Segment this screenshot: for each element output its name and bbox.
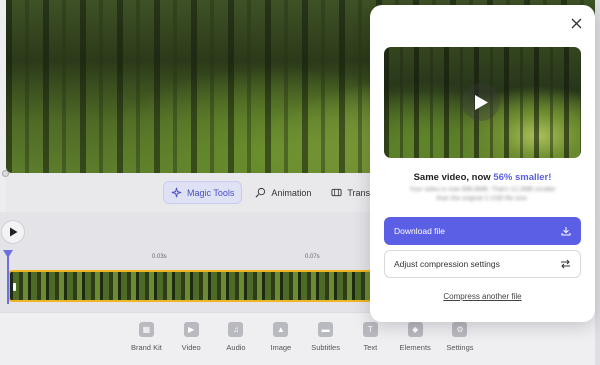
compress-another-link[interactable]: Compress another file: [370, 292, 595, 301]
nav-label: Elements: [399, 343, 431, 352]
tab-magic-tools-label: Magic Tools: [187, 187, 235, 198]
compression-result-modal: Same video, now 56% smaller! Your video …: [370, 5, 595, 322]
clip-trim-handle[interactable]: [13, 283, 16, 291]
ruler-mark: 0.03s: [152, 254, 167, 260]
playhead[interactable]: [7, 252, 9, 304]
nav-label: Subtitles: [311, 343, 340, 352]
tool-tabs: Magic Tools Animation Transitions: [163, 181, 398, 204]
download-file-button[interactable]: Download file: [384, 217, 581, 245]
swap-arrows-icon: [561, 259, 570, 269]
headline-accent: 56% smaller!: [493, 172, 552, 183]
nav-elements[interactable]: ◆ Elements: [393, 322, 438, 352]
nav-audio[interactable]: ♫ Audio: [214, 322, 259, 352]
adjust-compression-button[interactable]: Adjust compression settings: [384, 250, 581, 278]
nav-label: Settings: [446, 343, 474, 352]
nav-label: Video: [181, 343, 201, 352]
tab-magic-tools[interactable]: Magic Tools: [163, 181, 243, 204]
thumbnail-play-button[interactable]: [462, 83, 500, 121]
tab-animation[interactable]: Animation: [248, 181, 318, 204]
image-icon: ▲: [273, 322, 289, 337]
size-details-line: than the original 2.1GB file size.: [436, 195, 529, 202]
nav-brand-kit[interactable]: ▦ Brand Kit: [124, 322, 169, 352]
nav-label: Image: [270, 343, 292, 352]
nav-text[interactable]: T Text: [348, 322, 393, 352]
right-panel-edge: [595, 0, 600, 365]
download-icon: [561, 227, 571, 236]
video-icon: ▶: [183, 322, 199, 337]
sparkle-icon: [171, 187, 182, 198]
adjust-label: Adjust compression settings: [394, 259, 500, 269]
brand-kit-icon: ▦: [138, 322, 154, 337]
play-icon: [9, 227, 17, 237]
nav-settings[interactable]: ⚙ Settings: [438, 322, 483, 352]
close-icon: [571, 18, 581, 28]
settings-icon: ⚙: [452, 322, 468, 337]
result-headline: Same video, now 56% smaller!: [370, 172, 595, 183]
nav-subtitles[interactable]: ▬ Subtitles: [303, 322, 348, 352]
transitions-icon: [331, 188, 342, 197]
download-label: Download file: [394, 226, 446, 236]
size-details-line: Your video is now 886.8MB. That's 12.2MB…: [409, 186, 556, 193]
subtitles-icon: ▬: [318, 322, 334, 337]
nav-label: Brand Kit: [130, 343, 162, 352]
timeline-play-button[interactable]: [1, 220, 25, 244]
audio-icon: ♫: [228, 322, 244, 337]
play-icon: [474, 94, 488, 110]
nav-video[interactable]: ▶ Video: [169, 322, 214, 352]
preview-resize-handle[interactable]: [2, 170, 9, 177]
ruler-mark: 0.07s: [305, 254, 320, 260]
close-button[interactable]: [569, 16, 583, 30]
nav-label: Text: [363, 343, 378, 352]
nav-image[interactable]: ▲ Image: [258, 322, 303, 352]
nav-label: Audio: [226, 343, 246, 352]
size-details: Your video is now 886.8MB. That's 12.2MB…: [392, 185, 573, 203]
tab-animation-label: Animation: [271, 187, 312, 198]
bottom-nav: ▦ Brand Kit ▶ Video ♫ Audio ▲ Image ▬ Su…: [124, 322, 482, 352]
animation-icon: [255, 187, 266, 198]
text-icon: T: [362, 322, 378, 337]
headline-text: Same video, now: [413, 172, 494, 183]
elements-icon: ◆: [407, 322, 423, 337]
